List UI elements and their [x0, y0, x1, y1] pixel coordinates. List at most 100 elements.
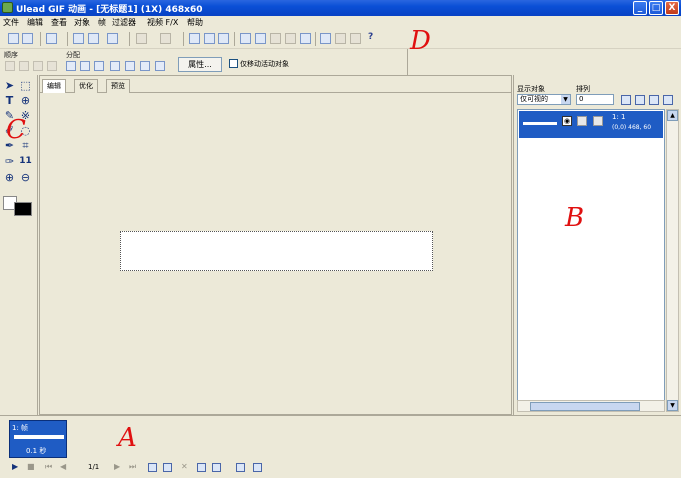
redo-icon[interactable] — [160, 33, 171, 44]
tab-edit[interactable]: 编辑 — [42, 79, 66, 93]
frame-props-icon[interactable] — [240, 33, 251, 44]
menu-frame[interactable]: 帧 — [98, 17, 106, 28]
delete-object-icon[interactable] — [649, 95, 659, 105]
first-frame-icon[interactable]: ⏮ — [45, 463, 53, 471]
image-canvas[interactable] — [120, 231, 433, 271]
frame-thumbnail[interactable]: 1: 帧 0.1 秒 — [9, 420, 67, 458]
distribute-label: 分配 — [66, 51, 80, 59]
last-frame-icon[interactable]: ⏭ — [129, 463, 137, 471]
menu-edit[interactable]: 编辑 — [27, 17, 43, 28]
preview-icon[interactable] — [335, 33, 346, 44]
eye-icon[interactable]: ◉ — [562, 116, 572, 126]
menu-video-fx[interactable]: 视频 F/X — [147, 17, 178, 28]
align-bottom-icon[interactable] — [140, 61, 150, 71]
optimize-icon[interactable] — [320, 33, 331, 44]
toolbar-separator — [40, 32, 41, 46]
menu-object[interactable]: 对象 — [74, 17, 90, 28]
scroll-thumb[interactable] — [530, 402, 640, 411]
merge-icon[interactable] — [593, 116, 603, 126]
window-title: Ulead GIF 动画 - [无标题1] (1X) 468x60 — [16, 5, 203, 15]
display-select[interactable]: 仅可视的 ▼ — [517, 94, 571, 105]
annotation-label-a: A — [118, 423, 137, 453]
duplicate-object-icon[interactable] — [635, 95, 645, 105]
paste-icon[interactable] — [218, 33, 229, 44]
document-area: 编辑 优化 预览 — [39, 75, 512, 415]
delete-icon[interactable] — [285, 33, 296, 44]
list-item[interactable]: ◉ 1: 1 (0,0) 468, 60 — [519, 111, 663, 138]
add-image-icon[interactable] — [73, 33, 84, 44]
properties-button[interactable]: 属性... — [178, 57, 222, 72]
tab-optimize[interactable]: 优化 — [74, 79, 98, 93]
annotation-label-c: C — [6, 115, 26, 145]
object-props-icon[interactable] — [663, 95, 673, 105]
annotation-label-b: B — [565, 203, 585, 233]
fill-tool-icon[interactable]: 11 — [19, 155, 32, 168]
add-video-icon[interactable] — [88, 33, 99, 44]
frame-props-icon[interactable] — [212, 463, 221, 472]
object-list-scrollbar[interactable]: ▲ ▼ — [666, 109, 679, 412]
save-icon[interactable] — [46, 33, 57, 44]
add-object-icon[interactable] — [621, 95, 631, 105]
send-backward-icon[interactable] — [47, 61, 57, 71]
order-stepper[interactable]: 0 — [576, 94, 614, 105]
title-bar: Ulead GIF 动画 - [无标题1] (1X) 468x60 _ □ X — [0, 0, 681, 16]
lock-icon[interactable] — [577, 116, 587, 126]
delete-frame-icon[interactable]: ✕ — [181, 463, 189, 471]
next-frame-icon[interactable]: ▶ — [114, 463, 122, 471]
frame-preview — [14, 435, 64, 439]
play-icon[interactable]: ▶ — [12, 463, 20, 471]
scroll-up-icon[interactable]: ▲ — [667, 110, 678, 121]
close-button[interactable]: X — [665, 1, 679, 15]
order-label: 顺序 — [4, 51, 18, 59]
open-icon[interactable] — [22, 33, 33, 44]
image-props-icon[interactable] — [300, 33, 311, 44]
tab-preview[interactable]: 预览 — [106, 79, 130, 93]
menu-filter[interactable]: 过滤器 — [112, 17, 136, 28]
duplicate-icon[interactable] — [255, 33, 266, 44]
toolbar-separator — [67, 32, 68, 46]
align-middle-icon[interactable] — [125, 61, 135, 71]
align-center-icon[interactable] — [80, 61, 90, 71]
link-icon[interactable] — [236, 463, 245, 472]
help-icon[interactable]: ? — [368, 32, 379, 43]
zoom-in-tool-icon[interactable]: ⊕ — [3, 171, 16, 184]
tween-icon[interactable] — [197, 463, 206, 472]
scroll-down-icon[interactable]: ▼ — [667, 400, 678, 411]
move-active-only-checkbox[interactable] — [229, 59, 238, 68]
text-tool-icon[interactable]: T — [3, 94, 16, 107]
duplicate-frame-icon[interactable] — [163, 463, 172, 472]
export-icon[interactable] — [107, 33, 118, 44]
frame-options-icon[interactable] — [253, 463, 262, 472]
new-icon[interactable] — [8, 33, 19, 44]
align-canvas-icon[interactable] — [155, 61, 165, 71]
arrange-toolbar: 顺序 分配 属性... 仅移动活动对象 — [0, 49, 408, 75]
align-right-icon[interactable] — [94, 61, 104, 71]
object-list-hscrollbar[interactable] — [517, 400, 665, 412]
menu-file[interactable]: 文件 — [3, 17, 19, 28]
browser-preview-icon[interactable] — [350, 33, 361, 44]
add-frame-icon[interactable] — [148, 463, 157, 472]
align-left-icon[interactable] — [66, 61, 76, 71]
cut-icon[interactable] — [189, 33, 200, 44]
undo-icon[interactable] — [136, 33, 147, 44]
send-back-icon[interactable] — [19, 61, 29, 71]
minimize-button[interactable]: _ — [633, 1, 647, 15]
bring-front-icon[interactable] — [5, 61, 15, 71]
object-list: ◉ 1: 1 (0,0) 468, 60 — [517, 109, 665, 412]
bring-forward-icon[interactable] — [33, 61, 43, 71]
menu-view[interactable]: 查看 — [51, 17, 67, 28]
maximize-button[interactable]: □ — [649, 1, 663, 15]
foreground-color-swatch[interactable] — [14, 202, 32, 216]
copy-icon[interactable] — [204, 33, 215, 44]
toolbar-separator — [183, 32, 184, 46]
lasso-tool-icon[interactable]: ⊕ — [19, 94, 32, 107]
marquee-tool-icon[interactable]: ⬚ — [19, 79, 32, 92]
zoom-out-tool-icon[interactable]: ⊖ — [19, 171, 32, 184]
menu-help[interactable]: 帮助 — [187, 17, 203, 28]
align-top-icon[interactable] — [110, 61, 120, 71]
prev-frame-icon[interactable]: ◀ — [60, 463, 68, 471]
eyedropper-tool-icon[interactable]: ✑ — [3, 155, 16, 168]
pick-tool-icon[interactable]: ➤ — [3, 79, 16, 92]
stop-icon[interactable]: ■ — [27, 463, 35, 471]
crop-icon[interactable] — [270, 33, 281, 44]
